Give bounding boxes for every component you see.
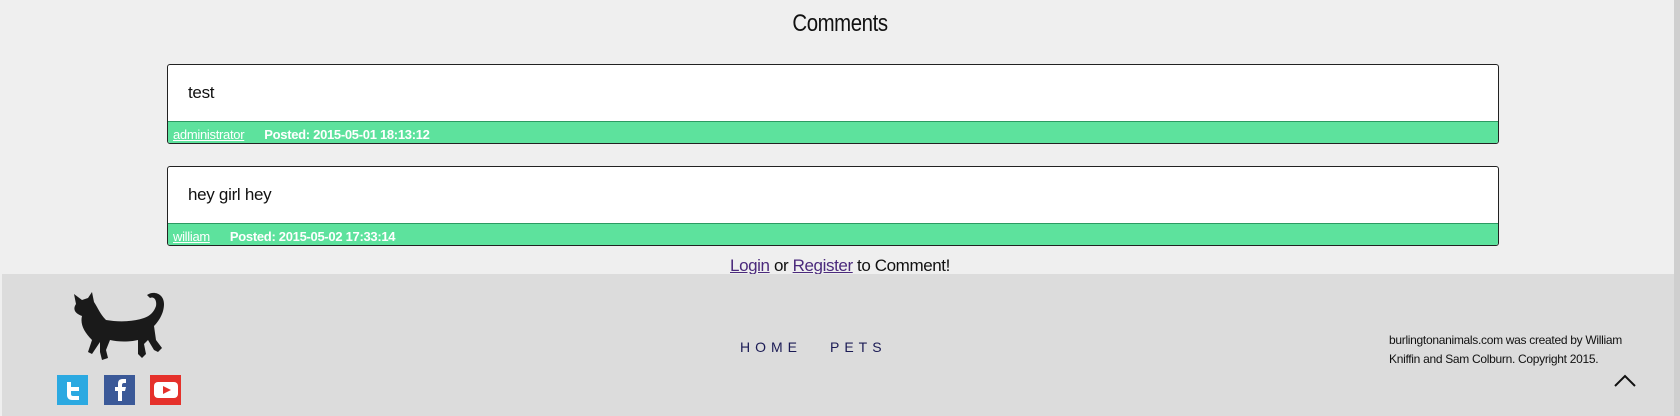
to-comment-text: to Comment! (857, 256, 950, 275)
scrollbar[interactable] (1674, 0, 1680, 416)
login-prompt: Login or Register to Comment! (0, 256, 1680, 276)
comment-card: hey girl hey william Posted: 2015-05-02 … (167, 166, 1499, 246)
facebook-icon[interactable] (104, 375, 135, 405)
youtube-icon[interactable] (150, 375, 181, 405)
comment-meta-bar: administrator Posted: 2015-05-01 18:13:1… (168, 121, 1498, 143)
footer-nav-home[interactable]: HOME (740, 339, 802, 355)
comment-text: test (188, 83, 215, 102)
comment-posted-date: Posted: 2015-05-02 17:33:14 (229, 228, 396, 244)
comment-posted-date: Posted: 2015-05-01 18:13:12 (264, 126, 430, 142)
footer-nav: HOME PETS (740, 339, 887, 355)
comment-card: test administrator Posted: 2015-05-01 18… (167, 64, 1499, 144)
or-text: or (773, 256, 789, 275)
login-link[interactable]: Login (730, 256, 770, 275)
comment-author-link[interactable]: administrator (173, 127, 245, 142)
comment-author-link[interactable]: william (173, 229, 210, 244)
comment-text: hey girl hey (188, 185, 272, 204)
comments-title: Comments (792, 10, 888, 37)
footer-credits: burlingtonanimals.com was created by Wil… (1389, 333, 1622, 366)
chevron-up-icon[interactable] (1613, 374, 1637, 388)
comments-section: Comments test administrator Posted: 2015… (0, 0, 1680, 276)
comment-meta-bar: william Posted: 2015-05-02 17:33:14 (168, 223, 1498, 245)
twitter-icon[interactable] (57, 375, 88, 405)
site-footer: HOME PETS burlingtonanimals.com was crea… (2, 274, 1674, 416)
black-cat-icon (74, 292, 164, 360)
register-link[interactable]: Register (793, 256, 854, 275)
footer-nav-pets[interactable]: PETS (830, 339, 887, 355)
